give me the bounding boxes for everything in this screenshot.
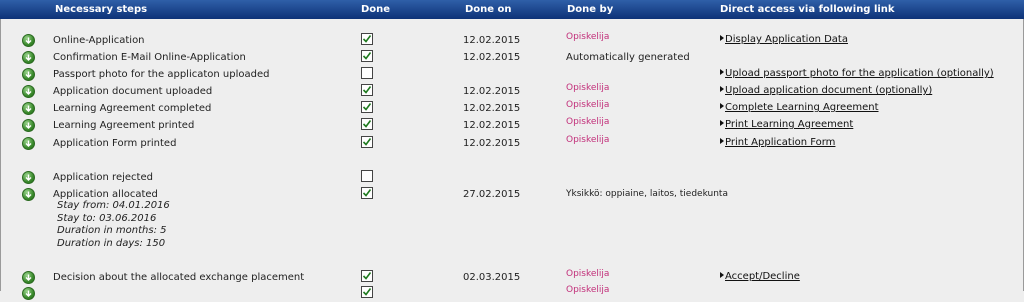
step-row: Confirmation E-Mail Online-Application 12… [0, 50, 1024, 66]
triangle-right-icon [720, 69, 724, 75]
done-checkbox[interactable] [361, 170, 373, 182]
arrow-down-circle-icon [22, 85, 35, 98]
link-text[interactable]: Upload passport photo for the applicatio… [725, 68, 994, 79]
arrow-down-circle-icon [22, 51, 35, 64]
done-checkbox[interactable] [361, 286, 373, 298]
step-label: Application document uploaded [53, 86, 213, 97]
done-on-date: 12.02.2015 [463, 103, 521, 114]
done-checkbox[interactable] [361, 67, 373, 79]
direct-access-link[interactable]: Print Application Form [720, 137, 835, 148]
direct-access-link[interactable]: Print Learning Agreement [720, 119, 853, 130]
done-by: Opiskelija [566, 83, 610, 93]
arrow-down-circle-icon [22, 102, 35, 115]
step-row: Application document uploaded 12.02.2015 O… [0, 83, 1024, 100]
done-checkbox[interactable] [361, 270, 373, 282]
done-by: Opiskelija [566, 100, 610, 110]
done-checkbox[interactable] [361, 187, 373, 199]
done-checkbox[interactable] [361, 118, 373, 130]
done-checkbox[interactable] [361, 136, 373, 148]
header-link: Direct access via following link [720, 4, 895, 15]
duration-months: Duration in months: 5 [57, 225, 167, 236]
header-done: Done [361, 4, 391, 15]
done-on-date: 12.02.2015 [463, 52, 521, 63]
table-header: Necessary steps Done Done on Done by Dir… [0, 0, 1024, 19]
done-checkbox[interactable] [361, 84, 373, 96]
step-row: Learning Agreement printed 12.02.2015 Opis… [0, 117, 1024, 134]
step-label: Application allocated [53, 189, 158, 200]
step-label: Application rejected [53, 172, 153, 183]
step-label: Learning Agreement completed [53, 103, 212, 114]
step-row: Learning Agreement completed 12.02.2015 Op… [0, 100, 1024, 117]
done-by: Opiskelija [566, 269, 610, 279]
done-by: Yksikkö: oppiaine, laitos, tiedekunta [566, 189, 728, 199]
done-by: Opiskelija [566, 285, 610, 295]
arrow-down-circle-icon [22, 68, 35, 81]
triangle-right-icon [720, 120, 724, 126]
link-text[interactable]: Print Learning Agreement [725, 119, 853, 130]
arrow-down-circle-icon [22, 137, 35, 150]
header-done-by: Done by [567, 4, 614, 15]
step-label: Online-Application [53, 35, 145, 46]
link-text[interactable]: Complete Learning Agreement [725, 102, 879, 113]
triangle-right-icon [720, 272, 724, 278]
arrow-down-circle-icon [22, 34, 35, 47]
stay-from: Stay from: 04.01.2016 [57, 200, 170, 211]
done-checkbox[interactable] [361, 50, 373, 62]
direct-access-link[interactable]: Upload application document (optionally) [720, 85, 932, 96]
step-row: Online-Application 12.02.2015 Opiskelija Di… [0, 32, 1024, 49]
step-label: Application Form printed [53, 138, 177, 149]
step-row: Application rejected [0, 170, 1024, 186]
done-on-date: 27.02.2015 [463, 189, 521, 200]
direct-access-link[interactable]: Display Application Data [720, 34, 848, 45]
link-text[interactable]: Display Application Data [725, 34, 848, 45]
done-by: Opiskelija [566, 135, 610, 145]
header-done-on: Done on [465, 4, 512, 15]
step-row: Decision about the allocated exchange pl… [0, 269, 1024, 286]
step-label: Passport photo for the applicaton upload… [53, 69, 270, 80]
link-text[interactable]: Print Application Form [725, 137, 835, 148]
done-on-date: 02.03.2015 [463, 272, 521, 283]
step-label: Learning Agreement printed [53, 120, 195, 131]
arrow-down-circle-icon [22, 271, 35, 284]
arrow-down-circle-icon [22, 188, 35, 201]
done-by: Automatically generated [566, 52, 690, 63]
stay-to: Stay to: 03.06.2016 [57, 213, 157, 224]
direct-access-link[interactable]: Complete Learning Agreement [720, 102, 879, 113]
link-text[interactable]: Upload application document (optionally) [725, 85, 932, 96]
done-on-date: 12.02.2015 [463, 86, 521, 97]
duration-days: Duration in days: 150 [57, 238, 166, 249]
arrow-down-circle-icon [22, 287, 35, 300]
arrow-down-circle-icon [22, 171, 35, 184]
done-by: Opiskelija [566, 117, 610, 127]
step-row: Passport photo for the applicaton upload… [0, 67, 1024, 83]
triangle-right-icon [720, 138, 724, 144]
triangle-right-icon [720, 86, 724, 92]
done-checkbox[interactable] [361, 101, 373, 113]
step-label: Confirmation E-Mail Online-Application [53, 52, 246, 63]
arrow-down-circle-icon [22, 119, 35, 132]
header-steps: Necessary steps [55, 4, 148, 15]
done-checkbox[interactable] [361, 33, 373, 45]
link-text[interactable]: Accept/Decline [725, 271, 800, 282]
step-row: Application Form printed 12.02.2015 Opiske… [0, 135, 1024, 152]
direct-access-link[interactable]: Accept/Decline [720, 271, 800, 282]
done-on-date: 12.02.2015 [463, 138, 521, 149]
direct-access-link[interactable]: Upload passport photo for the applicatio… [720, 68, 994, 79]
step-row: Opiskelija [0, 285, 1024, 302]
done-on-date: 12.02.2015 [463, 35, 521, 46]
step-label: Decision about the allocated exchange pl… [53, 272, 305, 283]
done-by: Opiskelija [566, 32, 610, 42]
done-on-date: 12.02.2015 [463, 120, 521, 131]
triangle-right-icon [720, 35, 724, 41]
triangle-right-icon [720, 103, 724, 109]
